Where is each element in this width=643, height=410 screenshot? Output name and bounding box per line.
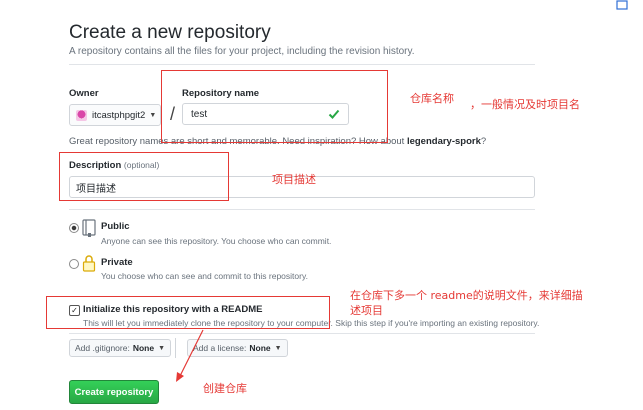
page-subtitle: A repository contains all the files for … (69, 46, 415, 57)
repo-name-highlight-box (161, 70, 388, 143)
chevron-down-icon: ▼ (158, 344, 166, 352)
readme-annotation-line1: 在仓库下多一个 readme的说明文件，来详细描 (350, 289, 583, 302)
private-title: Private (101, 257, 133, 268)
divider-top (69, 64, 535, 65)
readme-highlight-box (46, 296, 330, 329)
repo-name-annotation-b: ，一般情况及时项目名 (470, 98, 580, 111)
license-value: None (249, 343, 271, 353)
window-corner-icon (616, 0, 628, 10)
gitignore-value: None (132, 343, 155, 353)
annotation-arrow-icon (176, 329, 204, 382)
description-highlight-box (59, 152, 229, 201)
gitignore-label: Add .gitignore: (75, 343, 130, 353)
readme-annotation-line2: 述项目 (350, 304, 383, 317)
create-repository-button[interactable]: Create repository (69, 380, 159, 404)
gitignore-select[interactable]: Add .gitignore: None ▼ (69, 339, 172, 357)
owner-value: itcastphpgit2 (92, 109, 146, 121)
page-title: Create a new repository (69, 22, 271, 43)
repo-name-annotation-a: 仓库名称 (410, 92, 454, 105)
name-hint-suffix: ? (480, 136, 487, 147)
divider-middle (69, 209, 535, 210)
chevron-down-icon: ▼ (274, 344, 282, 352)
lock-icon (82, 255, 96, 272)
private-desc: You choose who can see and commit to thi… (101, 271, 308, 281)
public-radio[interactable] (69, 223, 79, 233)
name-suggestion-link[interactable]: legendary-spork (407, 136, 481, 147)
chevron-down-icon: ▼ (149, 111, 157, 119)
create-annotation: 创建仓库 (203, 382, 247, 395)
divider-bottom (69, 333, 535, 334)
owner-select[interactable]: itcastphpgit2 ▼ (69, 104, 161, 126)
owner-avatar-icon (76, 109, 87, 121)
owner-label: Owner (69, 88, 99, 99)
public-title: Public (101, 221, 130, 232)
description-annotation: 项目描述 (272, 173, 316, 186)
public-desc: Anyone can see this repository. You choo… (101, 236, 332, 246)
repo-public-icon (82, 219, 96, 237)
private-radio[interactable] (69, 259, 79, 269)
